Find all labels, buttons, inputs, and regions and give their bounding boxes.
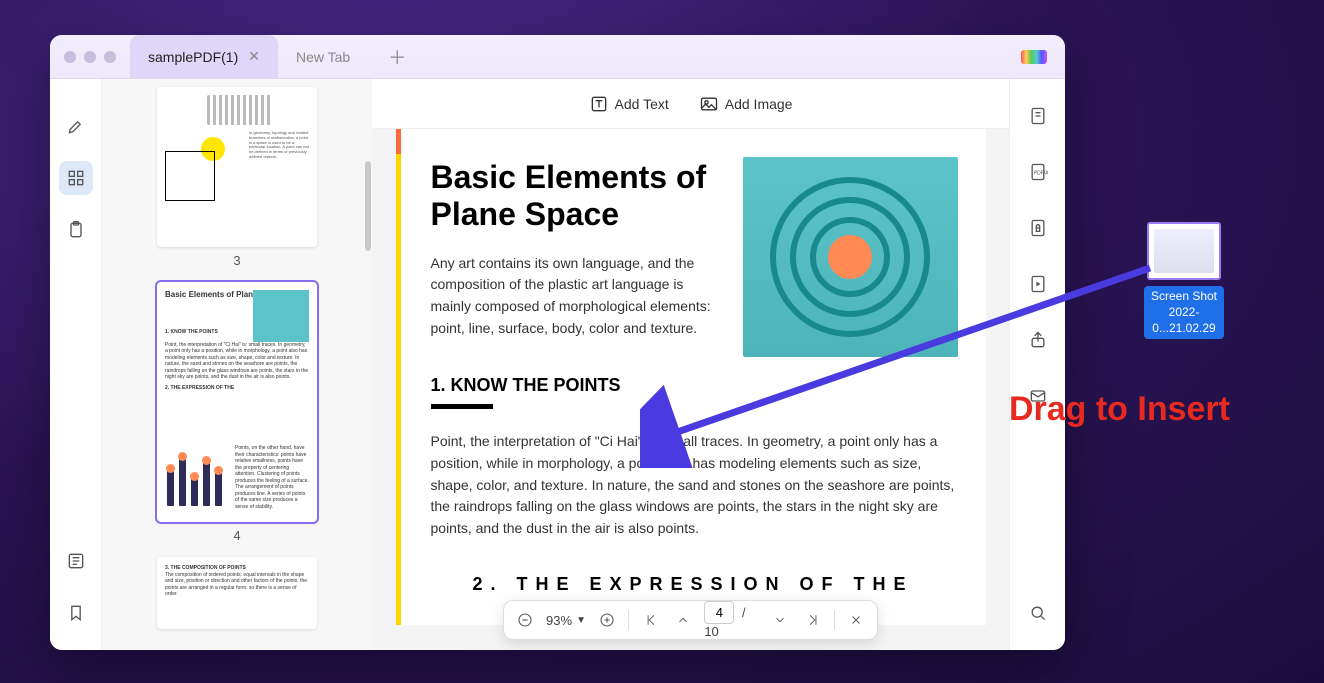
text-icon bbox=[589, 94, 609, 114]
file-label: Screen Shot2022-0...21.02.29 bbox=[1144, 286, 1224, 339]
page-hero-image bbox=[743, 157, 958, 357]
total-pages: 10 bbox=[704, 624, 718, 639]
bookmark-tool-icon[interactable] bbox=[59, 596, 93, 630]
image-icon bbox=[699, 94, 719, 114]
close-bar-button[interactable] bbox=[845, 607, 868, 633]
pdf-page[interactable]: Basic Elements of Plane Space Any art co… bbox=[396, 129, 986, 625]
page-thumbnail[interactable]: In geometry, topology and related branch… bbox=[157, 87, 317, 247]
zoom-level[interactable]: 93%▼ bbox=[546, 613, 586, 628]
zoom-out-button[interactable] bbox=[514, 607, 537, 633]
titlebar: samplePDF(1) ✕ New Tab ＋ bbox=[50, 35, 1065, 79]
close-window-button[interactable] bbox=[64, 51, 76, 63]
section-heading: 1. KNOW THE POINTS bbox=[431, 375, 956, 396]
search-icon[interactable] bbox=[1021, 596, 1055, 630]
prev-page-button[interactable] bbox=[672, 607, 695, 633]
main-area: Add Text Add Image Basic Elements of Pla… bbox=[372, 79, 1009, 650]
current-page-input[interactable] bbox=[704, 601, 734, 624]
view-controls-bar: 93%▼ / 10 bbox=[503, 600, 879, 640]
highlighter-tool-icon[interactable] bbox=[59, 109, 93, 143]
annotation-callout: Drag to Insert bbox=[1009, 390, 1230, 429]
thumbnail-panel[interactable]: In geometry, topology and related branch… bbox=[102, 79, 372, 650]
slideshow-icon[interactable] bbox=[1021, 267, 1055, 301]
desktop-file[interactable]: Screen Shot2022-0...21.02.29 bbox=[1144, 222, 1224, 339]
pdfa-icon[interactable]: PDF/A bbox=[1021, 155, 1055, 189]
lock-document-icon[interactable] bbox=[1021, 211, 1055, 245]
page-thumbnail[interactable]: 3. THE COMPOSITION OF POINTS The composi… bbox=[157, 557, 317, 629]
zoom-in-button[interactable] bbox=[596, 607, 619, 633]
thumbnails-panel-icon[interactable] bbox=[59, 161, 93, 195]
first-page-button[interactable] bbox=[639, 607, 662, 633]
tab-new[interactable]: New Tab bbox=[278, 35, 368, 78]
next-page-button[interactable] bbox=[769, 607, 792, 633]
thumbnail-page-number: 4 bbox=[122, 528, 352, 543]
maximize-window-button[interactable] bbox=[104, 51, 116, 63]
left-toolbar bbox=[50, 79, 102, 650]
page-title: Basic Elements of Plane Space bbox=[431, 159, 731, 233]
ocr-tool-icon[interactable] bbox=[59, 544, 93, 578]
new-tab-button[interactable]: ＋ bbox=[388, 44, 406, 70]
right-toolbar: PDF/A bbox=[1009, 79, 1065, 650]
minimize-window-button[interactable] bbox=[84, 51, 96, 63]
export-text-icon[interactable] bbox=[1021, 99, 1055, 133]
page-body: Point, the interpretation of "Ci Hai" is… bbox=[431, 431, 956, 539]
app-window: samplePDF(1) ✕ New Tab ＋ In geometry, to… bbox=[50, 35, 1065, 650]
thumbnail-page-number: 3 bbox=[122, 253, 352, 268]
add-image-button[interactable]: Add Image bbox=[699, 94, 793, 114]
share-icon[interactable] bbox=[1021, 323, 1055, 357]
page-indicator: / 10 bbox=[704, 601, 759, 639]
app-logo bbox=[1021, 50, 1047, 64]
file-thumbnail bbox=[1147, 222, 1221, 280]
clipboard-tool-icon[interactable] bbox=[59, 213, 93, 247]
window-controls bbox=[50, 51, 130, 63]
page-intro: Any art contains its own language, and t… bbox=[431, 253, 721, 340]
page-thumbnail-selected[interactable]: Basic Elements of Plane Space 1. KNOW TH… bbox=[157, 282, 317, 522]
tab-active[interactable]: samplePDF(1) ✕ bbox=[130, 35, 278, 78]
svg-text:PDF/A: PDF/A bbox=[1033, 171, 1047, 177]
page-viewport[interactable]: Basic Elements of Plane Space Any art co… bbox=[372, 129, 1009, 650]
tab-close-icon[interactable]: ✕ bbox=[248, 48, 260, 65]
last-page-button[interactable] bbox=[802, 607, 825, 633]
heading-underline bbox=[431, 404, 493, 409]
tab-title: New Tab bbox=[296, 49, 350, 65]
scrollbar-thumb[interactable] bbox=[365, 161, 371, 251]
insert-toolbar: Add Text Add Image bbox=[372, 79, 1009, 129]
tab-title: samplePDF(1) bbox=[148, 49, 238, 65]
add-text-button[interactable]: Add Text bbox=[589, 94, 669, 114]
section-heading: 2. THE EXPRESSION OF THE bbox=[431, 574, 956, 595]
